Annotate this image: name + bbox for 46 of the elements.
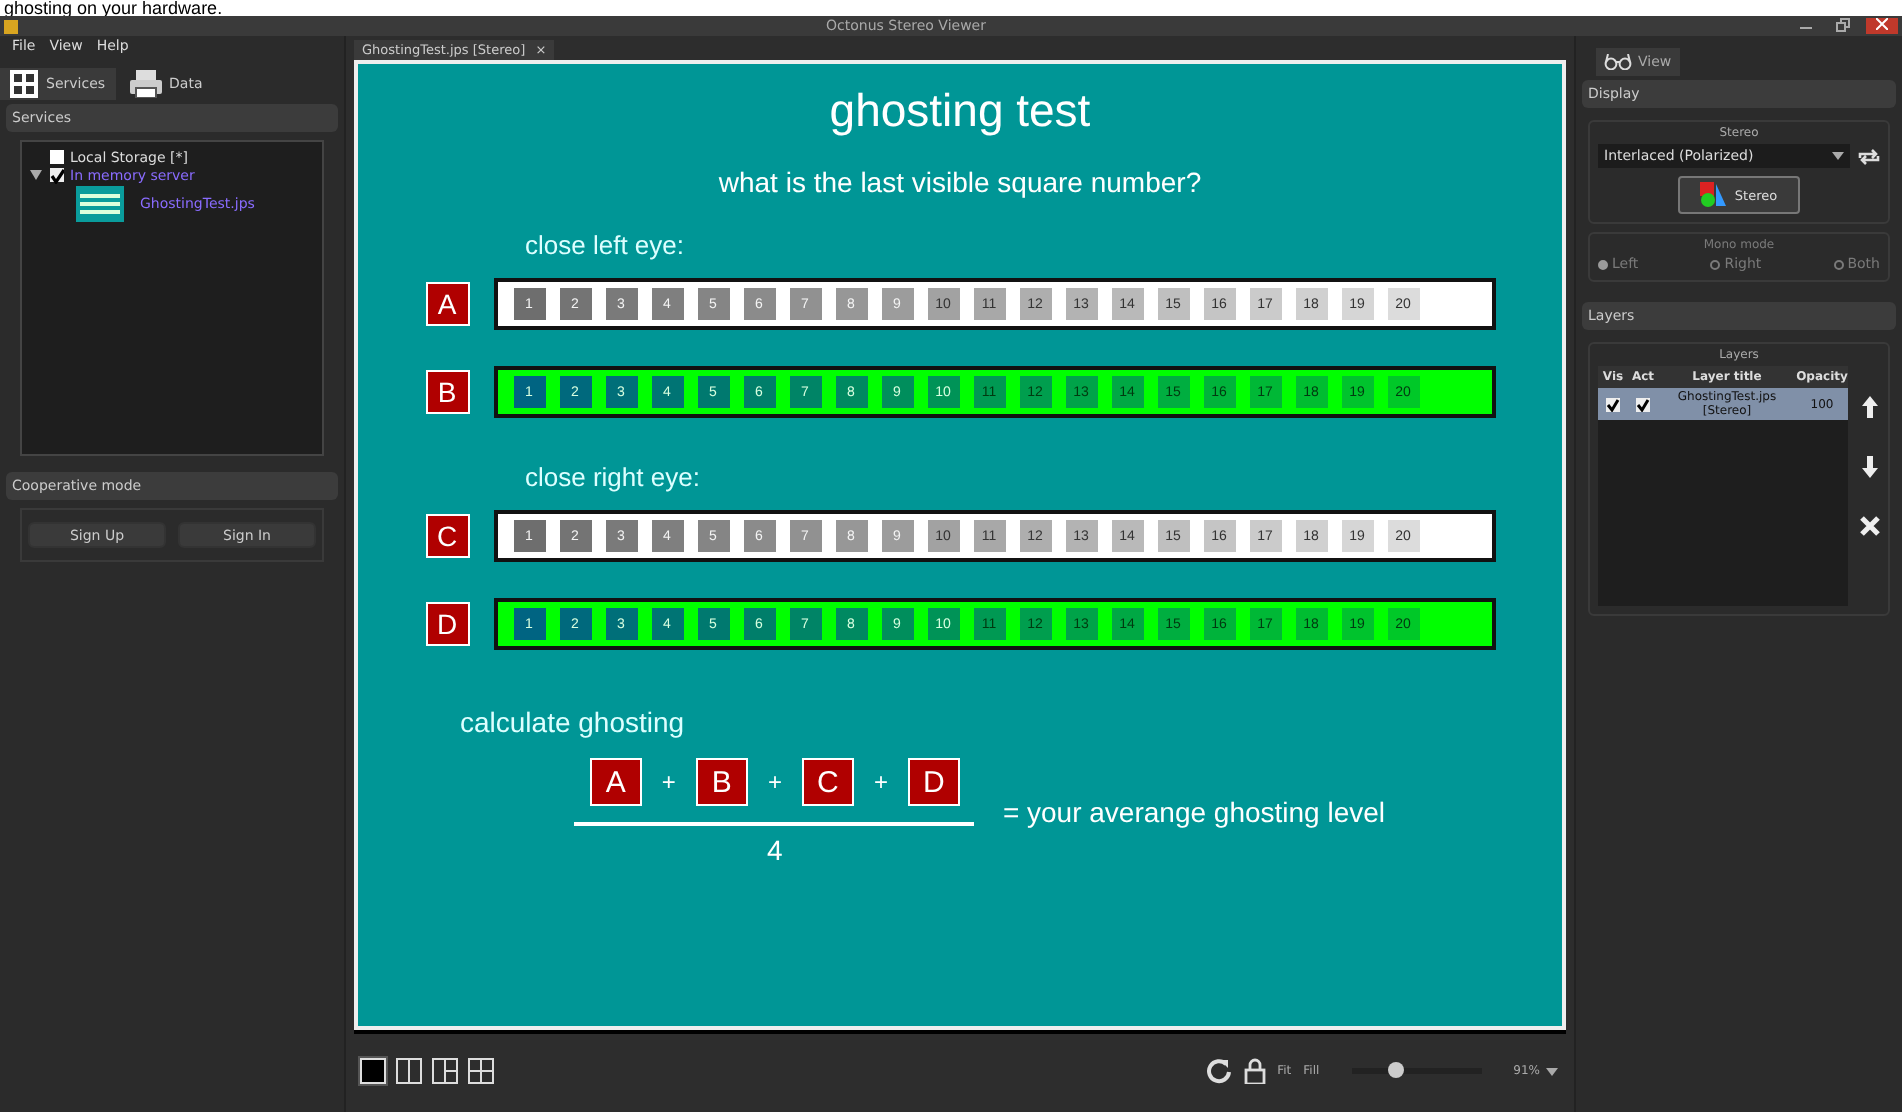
color-shapes-icon bbox=[1700, 182, 1729, 208]
plus-sign: + bbox=[661, 768, 676, 796]
letter-label: C bbox=[425, 514, 469, 558]
letter-label: A bbox=[425, 282, 469, 326]
slider-thumb[interactable] bbox=[1388, 1062, 1405, 1078]
caret-icon bbox=[1832, 152, 1844, 160]
app-icon bbox=[4, 19, 18, 33]
letter-label: B bbox=[695, 758, 748, 806]
down-arrow-icon[interactable] bbox=[1862, 455, 1878, 478]
caret-icon bbox=[1546, 1067, 1558, 1075]
layout-icon[interactable] bbox=[394, 1056, 424, 1086]
delete-icon[interactable] bbox=[1860, 516, 1880, 537]
instruction-text: close right eye: bbox=[525, 462, 702, 492]
checkbox[interactable] bbox=[1636, 397, 1650, 411]
swap-icon[interactable] bbox=[1858, 147, 1880, 165]
plus-sign: + bbox=[873, 768, 888, 796]
question-text: what is the last visible square number? bbox=[718, 166, 1202, 198]
expand-arrow-icon[interactable] bbox=[30, 170, 42, 180]
checkbox[interactable] bbox=[50, 150, 64, 164]
denominator-text: 4 bbox=[767, 834, 783, 866]
instruction-text: calculate ghosting bbox=[460, 706, 687, 738]
layout-icon[interactable] bbox=[466, 1056, 496, 1086]
letter-label: C bbox=[801, 758, 854, 806]
maximize-button[interactable] bbox=[1830, 17, 1854, 35]
instruction-text: close left eye: bbox=[525, 230, 686, 260]
result-text: = your averange ghosting level bbox=[1002, 796, 1386, 828]
printer-icon bbox=[129, 70, 162, 98]
slide-title: ghosting test bbox=[829, 84, 1091, 138]
letter-label: D bbox=[425, 602, 469, 646]
glasses-icon bbox=[1604, 54, 1632, 70]
layout-icon[interactable] bbox=[358, 1056, 388, 1086]
grid-icon bbox=[10, 70, 38, 98]
checkbox[interactable] bbox=[50, 168, 64, 182]
close-icon bbox=[1876, 18, 1888, 30]
letter-label: A bbox=[589, 758, 642, 806]
letter-label: D bbox=[907, 758, 960, 806]
checkbox[interactable] bbox=[1606, 397, 1620, 411]
close-button[interactable] bbox=[1866, 18, 1898, 34]
image-thumbnail bbox=[76, 186, 124, 222]
up-arrow-icon[interactable] bbox=[1862, 395, 1878, 418]
plus-sign: + bbox=[767, 768, 782, 796]
restore-icon bbox=[1835, 17, 1849, 31]
letter-label: B bbox=[425, 370, 469, 414]
rotate-icon[interactable] bbox=[1205, 1058, 1232, 1084]
layout-icon[interactable] bbox=[430, 1056, 460, 1086]
lock-icon[interactable] bbox=[1243, 1058, 1266, 1084]
